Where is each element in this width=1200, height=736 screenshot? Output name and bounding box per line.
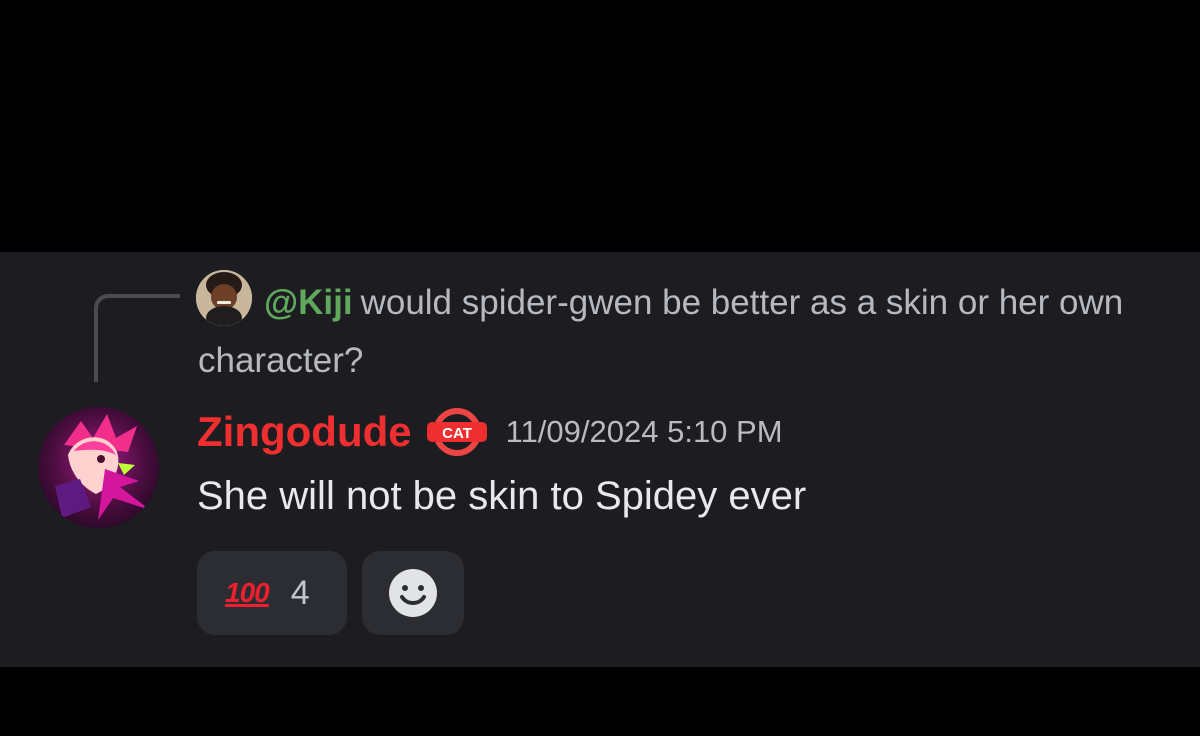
message-body: She will not be skin to Spidey ever (197, 474, 807, 518)
cat-badge-icon[interactable]: CAT (424, 407, 490, 457)
message-header: Zingodude CAT 11/09/2024 5:10 PM (197, 406, 783, 458)
smiley-icon (389, 569, 437, 617)
reply-connector (94, 294, 180, 382)
reply-mention[interactable]: @Kiji (264, 283, 353, 322)
message-timestamp: 11/09/2024 5:10 PM (505, 414, 783, 449)
author-name[interactable]: Zingodude (197, 408, 412, 456)
discord-message-screenshot: @Kiji would spider-gwen be better as a sk… (0, 0, 1200, 736)
reaction-count: 4 (290, 573, 310, 612)
author-avatar[interactable] (38, 407, 159, 528)
reply-preview[interactable]: @Kiji would spider-gwen be better as a sk… (198, 274, 1158, 390)
hundred-points-icon: 100 (225, 577, 270, 608)
hundred-reaction-button[interactable]: 100 4 (197, 551, 347, 635)
cat-badge-label: CAT (442, 425, 472, 442)
anime-character-avatar-icon (38, 407, 159, 528)
add-reaction-button[interactable] (362, 551, 464, 635)
